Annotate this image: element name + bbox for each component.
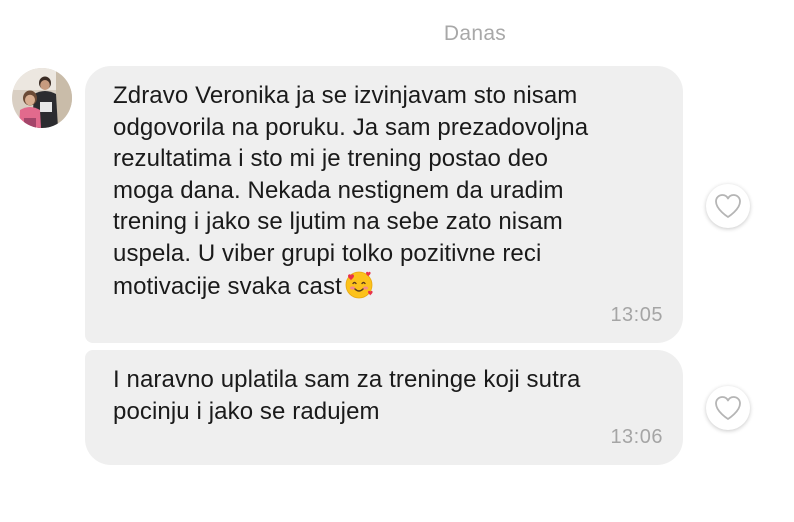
chat-screen: Danas Zdravo Veronika ja se izvinjavam s… [0, 0, 794, 522]
message-bubble-1[interactable]: Zdravo Veronika ja se izvinjavam sto nis… [85, 66, 683, 343]
smiling-face-with-hearts-icon [344, 270, 374, 309]
message-text: Zdravo Veronika ja se izvinjavam sto nis… [113, 80, 655, 308]
like-button[interactable] [706, 386, 750, 430]
like-button[interactable] [706, 184, 750, 228]
heart-outline-icon [715, 194, 741, 218]
message-text-content: Zdravo Veronika ja se izvinjavam sto nis… [113, 82, 589, 300]
message-timestamp: 13:06 [610, 426, 663, 448]
date-separator: Danas [443, 22, 507, 45]
message-bubble-2[interactable]: I naravno uplatila sam za treninge koji … [85, 350, 683, 465]
avatar-photo [12, 68, 72, 128]
sender-avatar[interactable] [12, 68, 72, 128]
message-timestamp: 13:05 [610, 304, 663, 326]
message-text: I naravno uplatila sam za treninge koji … [113, 366, 581, 425]
heart-outline-icon [715, 396, 741, 420]
